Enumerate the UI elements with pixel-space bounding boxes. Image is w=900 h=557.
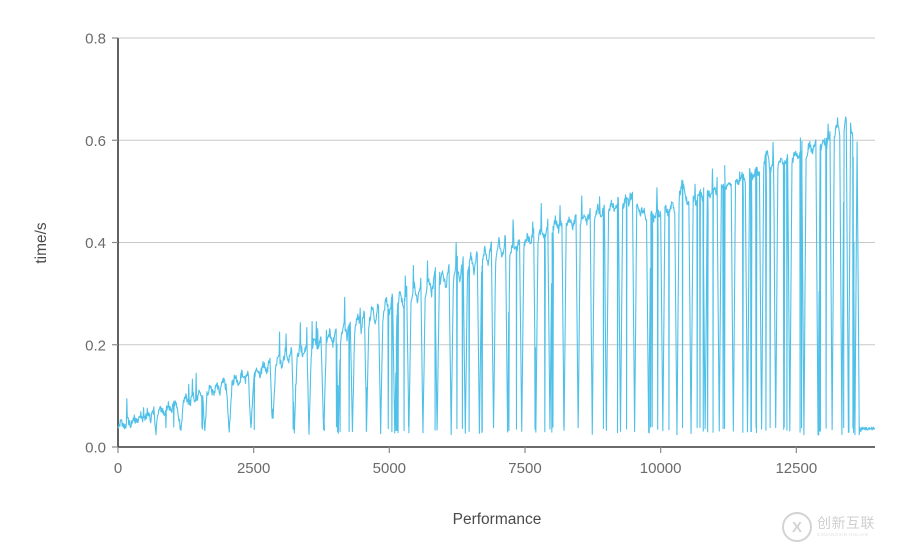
series-line-time bbox=[117, 116, 876, 436]
x-tick-label: 2500 bbox=[237, 460, 270, 477]
gridlines-group bbox=[118, 37, 875, 346]
y-tick-label: 0.4 bbox=[85, 235, 106, 252]
y-tick-label: 0.6 bbox=[85, 133, 106, 150]
x-tick-label: 7500 bbox=[508, 460, 541, 477]
data-series-group bbox=[117, 116, 876, 436]
x-tick-label: 5000 bbox=[373, 460, 406, 477]
x-tick-label: 10000 bbox=[640, 460, 682, 477]
x-tick-group: 0 2500 5000 7500 10000 12500 bbox=[114, 447, 817, 477]
x-axis-title: Performance bbox=[453, 511, 542, 528]
y-tick-label: 0.8 bbox=[85, 31, 106, 48]
x-tick-label: 12500 bbox=[775, 460, 817, 477]
y-tick-label: 0.2 bbox=[85, 337, 106, 354]
y-axis-title: time/s bbox=[33, 222, 50, 264]
chart-figure: 0.0 0.2 0.4 0.6 0.8 0 2500 5000 7500 10000 12500 … bbox=[0, 0, 900, 557]
y-tick-label: 0.0 bbox=[85, 440, 106, 457]
x-tick-label: 0 bbox=[114, 460, 122, 477]
chart-plot-svg: 0.00.20.40.60.8 0 2500 5000 7500 10000 12500 … bbox=[33, 31, 876, 528]
y-tick-group: 0.0 0.2 0.4 0.6 0.8 bbox=[85, 31, 118, 457]
